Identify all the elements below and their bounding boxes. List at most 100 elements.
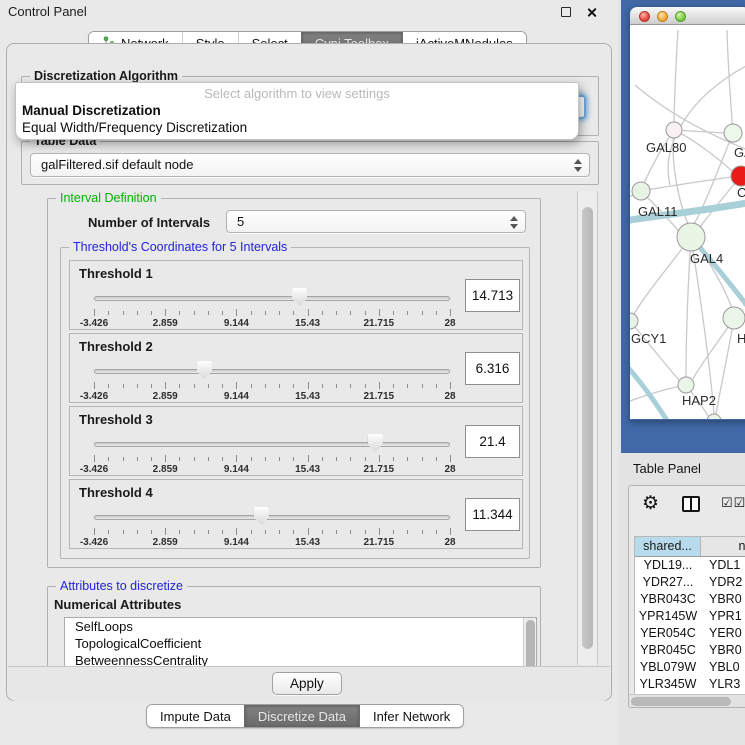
slider-track[interactable] <box>94 296 450 301</box>
threshold-label: Threshold 4 <box>79 485 153 500</box>
stepper-arrows-icon <box>509 216 518 229</box>
threshold-slider[interactable]: -3.4262.8599.14415.4321.71528 <box>94 360 450 400</box>
threshold-value-box[interactable]: 11.344 <box>465 498 520 531</box>
slider-track[interactable] <box>94 515 450 520</box>
network-node[interactable] <box>723 307 745 329</box>
table-row[interactable]: YBL079WYBL0 <box>635 659 745 676</box>
control-panel: Control Panel NetworkStyleSelectCyni Too… <box>0 0 618 745</box>
attribute-item[interactable]: TopologicalCoefficient <box>65 635 536 652</box>
attribute-items: SelfLoopsTopologicalCoefficientBetweenne… <box>65 618 536 669</box>
tab-label: Infer Network <box>373 709 450 724</box>
float-window-icon[interactable] <box>561 7 571 17</box>
slider-ticks <box>94 382 450 390</box>
split-columns-icon[interactable] <box>682 496 700 512</box>
column-header[interactable]: na <box>701 537 745 556</box>
table-cell: YLR345W <box>635 676 701 693</box>
vertical-scrollbar[interactable] <box>577 191 598 665</box>
table-cell: YPR1 <box>701 608 745 625</box>
node-label: H <box>737 331 745 346</box>
slider-ticks <box>94 309 450 317</box>
node-label: C <box>737 185 745 200</box>
threshold-value-box[interactable]: 6.316 <box>465 352 520 385</box>
table-cell: YBR0 <box>701 591 745 608</box>
table-data-combobox[interactable]: galFiltered.sif default node <box>30 153 590 177</box>
attribute-item[interactable]: SelfLoops <box>65 618 536 635</box>
slider-thumb[interactable] <box>254 507 269 525</box>
slider-thumb[interactable] <box>368 434 383 452</box>
node-label: GA <box>734 145 745 160</box>
window-titlebar[interactable] <box>630 7 745 25</box>
table-row[interactable]: YDL19...YDL1 <box>635 557 745 574</box>
slider-tick-labels: -3.4262.8599.14415.4321.71528 <box>94 537 450 549</box>
network-node[interactable] <box>678 377 694 393</box>
table-row[interactable]: YLR345WYLR3 <box>635 676 745 693</box>
network-edge <box>630 385 686 403</box>
slider-thumb[interactable] <box>292 288 307 306</box>
gear-icon[interactable]: ⚙ <box>642 492 659 516</box>
table-cell: YPR145W <box>635 608 701 625</box>
scrollbar-thumb[interactable] <box>631 697 731 706</box>
popup-placeholder-text: Select algorithm to view settings <box>16 86 578 101</box>
network-node[interactable] <box>630 313 638 329</box>
threshold-slider[interactable]: -3.4262.8599.14415.4321.71528 <box>94 433 450 473</box>
minimize-window-button[interactable] <box>657 11 668 22</box>
network-node[interactable] <box>724 124 742 142</box>
slider-tick-labels: -3.4262.8599.14415.4321.71528 <box>94 391 450 403</box>
apply-button[interactable]: Apply <box>272 672 342 695</box>
zoom-window-button[interactable] <box>675 11 686 22</box>
column-header[interactable]: shared... <box>635 537 701 556</box>
slider-tick-labels: -3.4262.8599.14415.4321.71528 <box>94 318 450 330</box>
close-window-button[interactable] <box>639 11 650 22</box>
apply-bar: Apply <box>8 666 610 701</box>
algorithm-dropdown-popup: Select algorithm to view settings Manual… <box>15 82 579 140</box>
table-row[interactable]: YER054CYER0 <box>635 625 745 642</box>
network-window: GAL80GACGAL11GAL4GCY1HHAP2 <box>630 7 745 420</box>
tab-discretize-data[interactable]: Discretize Data <box>244 705 359 727</box>
table-cell: YDR2 <box>701 574 745 591</box>
network-canvas[interactable]: GAL80GACGAL11GAL4GCY1HHAP2 <box>630 25 745 419</box>
network-edge <box>630 321 679 380</box>
threshold-value-box[interactable]: 21.4 <box>465 425 520 458</box>
panel-title: Control Panel <box>8 4 87 19</box>
network-node[interactable] <box>677 223 705 251</box>
cyni-toolbox-content: Discretization Algorithm Select algorith… <box>6 43 612 701</box>
node-label: HAP2 <box>682 393 716 408</box>
table-row[interactable]: YBR045CYBR0 <box>635 642 745 659</box>
algorithm-option[interactable]: Manual Discretization <box>16 102 578 119</box>
table-cell: YDL19... <box>635 557 701 574</box>
intervals-value: 5 <box>237 214 244 229</box>
threshold-slider[interactable]: -3.4262.8599.14415.4321.71528 <box>94 287 450 327</box>
number-of-intervals-label: Number of Intervals <box>88 215 210 230</box>
thresholds-group: Threshold's Coordinates for 5 Intervals … <box>60 247 530 559</box>
threshold-value-box[interactable]: 14.713 <box>465 279 520 312</box>
slider-track[interactable] <box>94 369 450 374</box>
network-node[interactable] <box>666 122 682 138</box>
screen: Control Panel NetworkStyleSelectCyni Too… <box>0 0 745 745</box>
tab-infer-network[interactable]: Infer Network <box>359 705 463 727</box>
network-view-frame: GAL80GACGAL11GAL4GCY1HHAP2 <box>621 0 745 453</box>
threshold-label: Threshold 3 <box>79 412 153 427</box>
algorithm-option[interactable]: Equal Width/Frequency Discretization <box>16 119 578 136</box>
close-panel-icon[interactable] <box>586 7 597 18</box>
horizontal-scrollbar[interactable] <box>629 694 745 708</box>
tab-label: Discretize Data <box>258 709 346 724</box>
scrollbar-thumb[interactable] <box>526 620 535 672</box>
table-row[interactable]: YPR145WYPR1 <box>635 608 745 625</box>
scrollbar-thumb[interactable] <box>582 207 593 649</box>
network-node[interactable] <box>632 182 650 200</box>
control-panel-titlebar: Control Panel <box>0 0 618 24</box>
table-row[interactable]: YBR043CYBR0 <box>635 591 745 608</box>
slider-track[interactable] <box>94 442 450 447</box>
column-visibility-icon[interactable]: ☑☑ <box>721 495 745 511</box>
network-node[interactable] <box>731 166 745 186</box>
tab-impute-data[interactable]: Impute Data <box>147 705 244 727</box>
table-cell: YBR0 <box>701 642 745 659</box>
network-node[interactable] <box>707 414 721 419</box>
intervals-combobox[interactable]: 5 <box>226 210 526 233</box>
node-label: GAL11 <box>638 204 678 219</box>
table-row[interactable]: YDR27...YDR2 <box>635 574 745 591</box>
slider-thumb[interactable] <box>197 361 212 379</box>
table-data-value: galFiltered.sif default node <box>41 157 193 172</box>
threshold-slider[interactable]: -3.4262.8599.14415.4321.71528 <box>94 506 450 546</box>
node-label: GAL4 <box>690 251 723 266</box>
